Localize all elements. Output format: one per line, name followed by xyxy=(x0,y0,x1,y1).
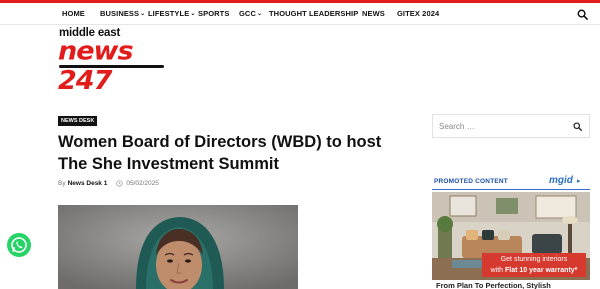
clock-icon xyxy=(116,180,123,187)
nav-item-business[interactable]: BUSINESS⌄ xyxy=(100,9,145,18)
ad-banner: Get stunning interiors with Flat 10 year… xyxy=(482,253,586,277)
search-icon[interactable] xyxy=(577,9,588,20)
article-title: Women Board of Directors (WBD) to host T… xyxy=(58,133,382,173)
chevron-down-icon: ⌄ xyxy=(256,11,263,17)
promo-divider xyxy=(432,189,590,190)
promoted-content-label: PROMOTED CONTENT xyxy=(434,178,508,185)
article-date: 05/02/2025 xyxy=(126,180,159,187)
nav-item-gitex[interactable]: GITEX 2024 xyxy=(397,9,439,18)
nav-item-sports[interactable]: SPORTS xyxy=(198,9,229,18)
byline-prefix: By xyxy=(58,180,66,187)
nav-item-label: BUSINESS xyxy=(100,9,140,18)
author-link[interactable]: News Desk 1 xyxy=(68,180,108,187)
nav-item-label: GITEX 2024 xyxy=(397,9,440,18)
chevron-down-icon: ⌄ xyxy=(190,11,196,17)
search-input[interactable] xyxy=(439,120,564,133)
ad-banner-line2-prefix: with xyxy=(490,267,506,274)
featured-image xyxy=(58,205,298,289)
site-logo[interactable]: middle east news 247 xyxy=(58,27,170,95)
search-icon[interactable] xyxy=(573,122,582,131)
nav-item-lifestyle[interactable]: LIFESTYLE⌄ xyxy=(148,9,195,18)
ad-banner-line2-bold: Flat 10 year warranty* xyxy=(505,267,578,274)
nav-item-label: LIFESTYLE xyxy=(148,9,190,18)
promoted-ad-card[interactable]: Get stunning interiors with Flat 10 year… xyxy=(432,192,590,280)
mgid-logo[interactable]: mgid xyxy=(549,175,573,186)
whatsapp-button[interactable] xyxy=(7,233,31,257)
nav-item-news[interactable]: NEWS xyxy=(362,9,385,18)
category-badge[interactable]: NEWS DESK xyxy=(58,116,98,126)
nav-item-label: GCC xyxy=(239,9,256,18)
article-meta: By News Desk 1 05/02/2025 xyxy=(58,180,159,187)
nav-item-home[interactable]: HOME xyxy=(62,9,85,18)
logo-underline xyxy=(59,65,164,68)
ad-caption-link[interactable]: From Plan To Perfection, Stylish xyxy=(436,281,551,289)
nav-item-label: THOUGHT LEADERSHIP xyxy=(269,9,359,18)
nav-item-gcc[interactable]: GCC⌄ xyxy=(239,9,262,18)
chevron-down-icon: ⌄ xyxy=(140,11,146,17)
nav-item-thought-leadership[interactable]: THOUGHT LEADERSHIP xyxy=(269,9,358,18)
chevron-right-icon[interactable]: ▸ xyxy=(577,177,581,185)
nav-item-label: SPORTS xyxy=(198,9,230,18)
whatsapp-icon xyxy=(11,237,27,253)
portrait-illustration xyxy=(58,205,298,289)
nav-item-label: NEWS xyxy=(362,9,385,18)
main-navigation: HOME BUSINESS⌄ LIFESTYLE⌄ SPORTS GCC⌄ TH… xyxy=(0,3,600,25)
ad-banner-line1: Get stunning interiors xyxy=(500,256,568,263)
sidebar-search xyxy=(432,114,590,138)
ad-banner-line2: with Flat 10 year warranty* xyxy=(482,265,586,276)
nav-item-label: HOME xyxy=(62,9,85,18)
